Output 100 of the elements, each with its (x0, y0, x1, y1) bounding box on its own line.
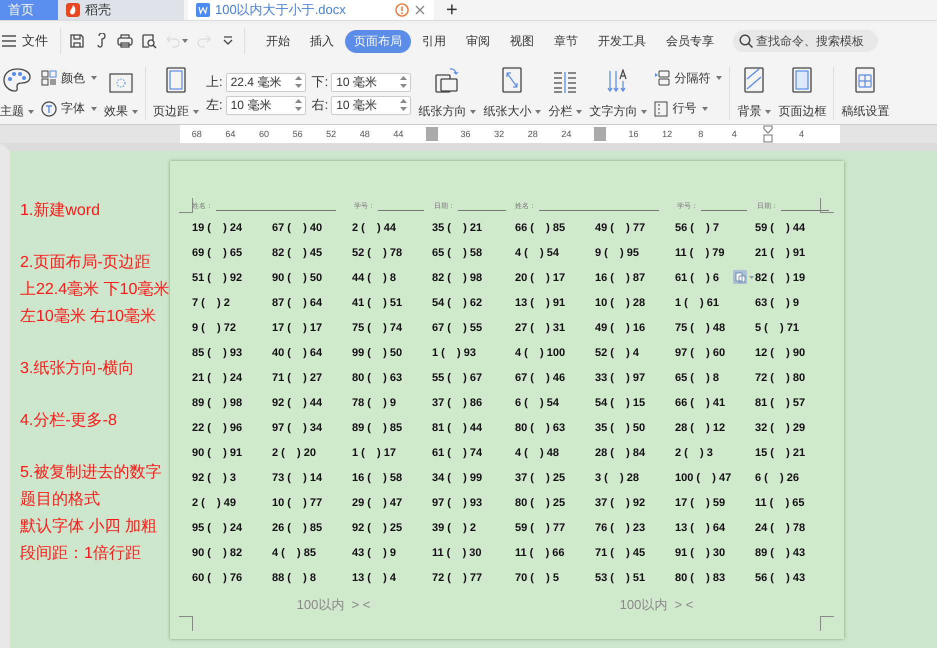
math-problem: 35 ( ) 21 (432, 222, 482, 234)
instruction-text: 上22.4毫米 下10毫米 (20, 280, 170, 300)
math-problem: 35 ( ) 50 (595, 422, 646, 434)
math-problem: 97 ( ) 60 (675, 346, 726, 358)
margin-field[interactable]: 10 毫米 (331, 96, 412, 114)
ribbon-button[interactable]: 分隔符 (654, 70, 722, 87)
ribbon-tab[interactable]: 审阅 (457, 30, 499, 52)
math-problem: 75 ( ) 74 (352, 322, 402, 334)
print-preview-icon[interactable] (141, 33, 157, 49)
math-problem: 32 ( ) 29 (755, 422, 806, 434)
ribbon-tab[interactable]: 章节 (545, 30, 587, 52)
ribbon-button[interactable]: 文字方向 (589, 63, 648, 124)
save-icon[interactable] (69, 33, 85, 49)
math-problem: 4 ( ) 85 (272, 546, 316, 558)
math-problem: 40 ( ) 64 (272, 346, 322, 358)
ribbon-tab[interactable]: 开始 (257, 30, 299, 52)
math-problem: 80 ( ) 63 (515, 422, 566, 434)
menu-icon (2, 35, 16, 47)
math-problem: 52 ( ) 4 (595, 346, 640, 358)
paste-options-icon[interactable] (733, 270, 755, 284)
ribbon-tab[interactable]: 视图 (501, 30, 543, 52)
math-problem: 12 ( ) 90 (755, 346, 806, 358)
search-icon (739, 34, 753, 48)
math-problem: 3 ( ) 28 (595, 472, 640, 484)
spinner-arrows-icon[interactable] (294, 74, 302, 88)
math-problem: 33 ( ) 97 (595, 372, 646, 384)
instruction-text: 段间距：1倍行距 (20, 544, 142, 564)
ribbon-button[interactable]: 颜色 (41, 70, 97, 87)
ribbon-button[interactable]: 主题 (0, 63, 34, 124)
spinner-arrows-icon[interactable] (400, 74, 408, 88)
ribbon-button[interactable]: 分栏 (548, 63, 582, 124)
page-margins-icon (166, 67, 186, 93)
math-problem: 65 ( ) 8 (675, 372, 720, 384)
tab[interactable]: 100以内大于小于.docx (188, 0, 434, 20)
math-problem: 92 ( ) 3 (192, 472, 236, 484)
math-problem: 16 ( ) 87 (595, 272, 646, 284)
margin-field[interactable]: 22.4 毫米 (226, 72, 306, 92)
math-problem: 24 ( ) 78 (755, 522, 806, 534)
math-problem: 28 ( ) 12 (675, 422, 726, 434)
math-problem: 97 ( ) 93 (432, 496, 482, 508)
color-grid-icon (41, 70, 57, 86)
page-break-icon (654, 70, 670, 86)
file-menu-button[interactable]: 文件 (2, 32, 52, 50)
ruler-number: 16 (628, 129, 639, 139)
math-problem: 67 ( ) 40 (272, 222, 322, 234)
math-problem: 97 ( ) 34 (272, 422, 322, 434)
math-problem: 66 ( ) 85 (515, 222, 566, 234)
line-numbers-icon (654, 100, 668, 117)
math-problem: 56 ( ) 43 (755, 572, 806, 584)
math-problem: 49 ( ) 77 (595, 222, 646, 234)
spinner-arrows-icon[interactable] (294, 98, 302, 112)
ribbon-button[interactable]: 效果 (104, 63, 138, 124)
close-icon[interactable] (414, 4, 426, 16)
ribbon-button[interactable]: 行号 (654, 100, 722, 118)
indent-marker-icon[interactable] (762, 125, 773, 143)
warning-icon (395, 3, 409, 17)
math-problem: 10 ( ) 28 (595, 296, 646, 308)
math-problem: 21 ( ) 91 (755, 246, 806, 258)
math-problem: 88 ( ) 8 (272, 572, 316, 584)
spinner-arrows-icon[interactable] (400, 98, 408, 112)
ribbon-tab[interactable]: 插入 (301, 30, 343, 52)
new-tab-button[interactable]: + (434, 0, 470, 20)
ruler-number: 36 (460, 129, 471, 139)
ribbon-button[interactable]: 稿纸设置 (841, 63, 890, 124)
margin-field[interactable]: 10 毫米 (226, 96, 306, 114)
tab[interactable]: 稻壳 (58, 0, 184, 20)
ribbon-button[interactable]: 页边距 (153, 63, 199, 124)
math-problem: 99 ( ) 50 (352, 346, 402, 358)
ribbon-tab[interactable]: 开发工具 (589, 30, 655, 52)
instruction-text: 5.被复制进去的数字题目的格式 (20, 462, 162, 510)
math-problem: 72 ( ) 77 (432, 572, 482, 584)
ribbon-button[interactable]: 纸张方向 (418, 63, 476, 124)
flame-logo-icon (66, 3, 80, 17)
math-problem: 71 ( ) 45 (595, 546, 646, 558)
math-problem: 76 ( ) 23 (595, 522, 646, 534)
ribbon-button[interactable]: 背景 (737, 63, 772, 124)
math-problem: 51 ( ) 92 (192, 272, 242, 284)
ruler-number: 64 (225, 129, 236, 139)
math-problem: 7 ( ) 2 (192, 296, 230, 308)
ribbon-button[interactable]: 纸张大小 (483, 63, 542, 124)
ribbon-button[interactable]: 页面边框 (778, 63, 826, 124)
ribbon-tab[interactable]: 引用 (413, 30, 455, 52)
ruler-number: 44 (393, 129, 404, 139)
math-problem: 1 ( ) 93 (432, 346, 476, 358)
math-problem: 6 ( ) 54 (515, 396, 560, 408)
ribbon-button[interactable]: 字体 (41, 100, 97, 118)
page-footer-text: 100以内 > < (618, 596, 694, 614)
math-problem: 92 ( ) 25 (352, 522, 402, 534)
margin-field[interactable]: 10 毫米 (331, 72, 412, 92)
math-problem: 82 ( ) 45 (272, 246, 322, 258)
print-icon[interactable] (117, 33, 133, 49)
search-field[interactable]: 查找命令、搜索模板 (733, 30, 878, 52)
math-problem: 85 ( ) 93 (192, 346, 242, 358)
math-problem: 11 ( ) 30 (432, 546, 482, 558)
grid-paper-icon (855, 67, 876, 93)
ribbon-tab[interactable]: 会员专享 (657, 30, 723, 52)
math-problem: 4 ( ) 100 (515, 346, 566, 358)
math-problem: 9 ( ) 72 (192, 322, 236, 334)
math-problem: 17 ( ) 17 (272, 322, 322, 334)
math-problem: 39 ( ) 2 (432, 522, 476, 534)
